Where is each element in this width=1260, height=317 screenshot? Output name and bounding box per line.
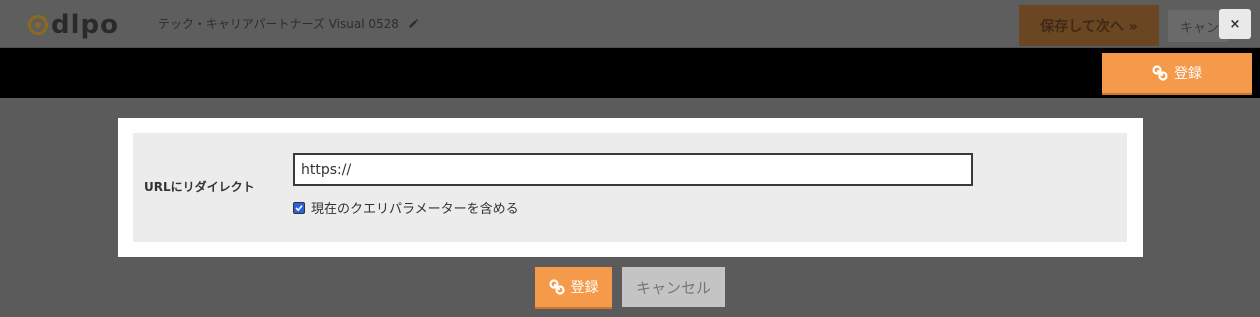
redirect-form: URLにリダイレクト 現在のクエリパラメーターを含める [133, 133, 1127, 242]
cancel-button[interactable]: キャンセル [622, 267, 725, 307]
redirect-dialog: URLにリダイレクト 現在のクエリパラメーターを含める [118, 118, 1143, 257]
redirect-url-input[interactable] [293, 153, 973, 186]
top-register-button[interactable]: 登録 [1102, 53, 1252, 93]
logo: dlpo [28, 11, 119, 39]
close-button[interactable]: × [1219, 9, 1251, 39]
logo-text: dlpo [51, 10, 119, 40]
include-query-option[interactable]: 現在のクエリパラメーターを含める [293, 198, 519, 217]
close-icon: × [1229, 16, 1241, 32]
checkmark-icon [295, 204, 303, 211]
include-query-label: 現在のクエリパラメーターを含める [311, 202, 519, 217]
save-next-button[interactable]: 保存して次へ » [1019, 5, 1159, 46]
project-title-text: テック・キャリアパートナーズ Visual 0528 [158, 17, 399, 31]
register-label: 登録 [570, 280, 599, 296]
logo-mark-icon [28, 15, 48, 35]
pencil-icon[interactable] [407, 18, 419, 30]
top-register-label: 登録 [1174, 66, 1202, 82]
link-icon [1152, 65, 1168, 81]
app-header: dlpo テック・キャリアパートナーズ Visual 0528 保存して次へ »… [0, 0, 1260, 48]
redirect-label: URLにリダイレクト [144, 180, 255, 194]
link-icon [548, 279, 565, 295]
register-button[interactable]: 登録 [535, 267, 612, 307]
project-title: テック・キャリアパートナーズ Visual 0528 [158, 15, 419, 32]
action-bar [0, 48, 1260, 98]
include-query-checkbox[interactable] [293, 201, 305, 214]
